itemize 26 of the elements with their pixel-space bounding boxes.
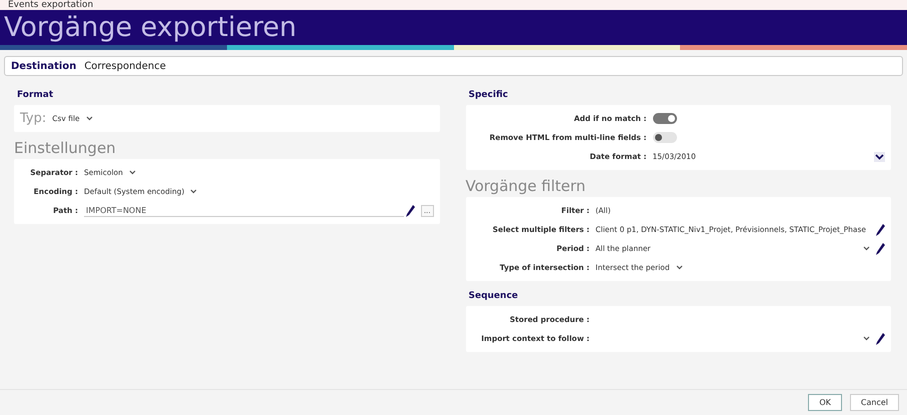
caret-icon[interactable] bbox=[874, 152, 885, 162]
destination-label: Destination bbox=[11, 60, 76, 72]
type-label: Typ: bbox=[20, 111, 46, 126]
caret-icon[interactable] bbox=[86, 116, 93, 121]
ok-button[interactable]: OK bbox=[808, 394, 842, 411]
caret-icon[interactable] bbox=[863, 246, 870, 251]
toggle-switch[interactable] bbox=[652, 132, 676, 143]
section-heading: Sequence bbox=[468, 291, 519, 301]
section-heading: Vorgänge filtern bbox=[466, 177, 587, 195]
browse-button[interactable]: ... bbox=[420, 204, 434, 216]
section-heading: Format bbox=[17, 90, 54, 100]
toggle-switch[interactable] bbox=[652, 113, 676, 124]
pencil-icon[interactable] bbox=[876, 332, 885, 344]
window-title: Events exportation bbox=[8, 1, 94, 10]
cancel-button[interactable]: Cancel bbox=[850, 394, 899, 411]
page-title: Vorgänge exportieren bbox=[4, 12, 296, 43]
caret-icon[interactable] bbox=[190, 189, 198, 194]
pencil-icon[interactable] bbox=[876, 224, 885, 236]
caret-icon[interactable] bbox=[128, 170, 136, 175]
caret-icon[interactable] bbox=[863, 336, 870, 341]
caret-icon[interactable] bbox=[676, 265, 683, 270]
path-field[interactable]: IMPORT=NONE bbox=[84, 204, 404, 216]
section-heading: Specific bbox=[468, 90, 509, 100]
section-heading: Einstellungen bbox=[14, 139, 117, 157]
pencil-icon[interactable] bbox=[876, 242, 885, 254]
destination-value: Correspondence bbox=[84, 60, 166, 72]
